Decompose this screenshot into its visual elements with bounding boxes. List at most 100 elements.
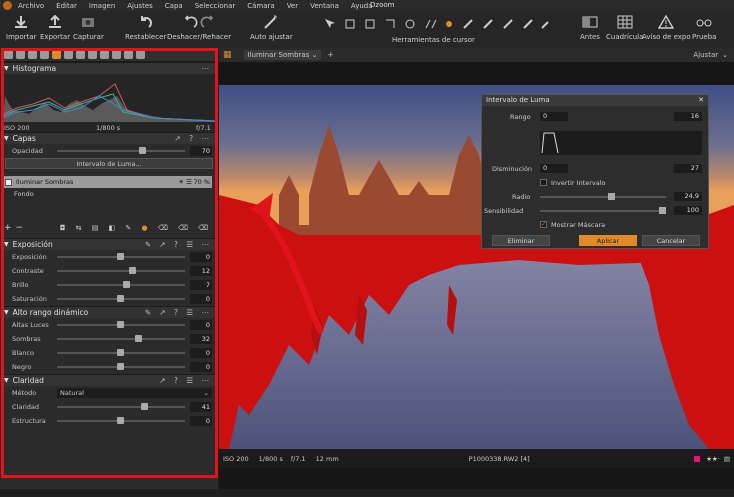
rango-min-input[interactable]: 0 <box>540 112 568 121</box>
opacidad-value[interactable]: 70 <box>190 146 212 156</box>
layer-checkbox[interactable] <box>5 178 12 186</box>
section-controls-icon[interactable]: ↗ ? ☰ ⋯ <box>159 376 212 385</box>
disminucion-min-input[interactable]: 0 <box>540 164 568 173</box>
exposicion-value[interactable]: 0 <box>190 252 212 262</box>
tab-output-icon[interactable] <box>112 50 121 59</box>
menu-capa[interactable]: Capa <box>159 2 189 10</box>
color-tag-icon[interactable] <box>694 455 701 462</box>
exportar-button[interactable]: Exportar <box>40 14 70 41</box>
tab-capture-icon[interactable] <box>16 50 25 59</box>
contraste-slider[interactable] <box>57 267 185 274</box>
aplicar-button[interactable]: Aplicar <box>579 235 637 246</box>
tab-library-icon[interactable] <box>4 50 13 59</box>
saturacion-slider[interactable] <box>57 295 185 302</box>
sensibilidad-value[interactable]: 100 <box>674 206 702 215</box>
eliminar-button[interactable]: Eliminar <box>492 235 550 246</box>
histogram-header[interactable]: ▼ Histograma ⋯ <box>0 62 218 74</box>
tab-details-icon[interactable] <box>76 50 85 59</box>
cuadricula-button[interactable]: Cuadrícula <box>606 15 643 41</box>
remove-layer-icon[interactable]: − <box>16 223 24 233</box>
negro-slider[interactable] <box>57 363 185 370</box>
grid-view-icon[interactable]: ▦ <box>223 50 232 60</box>
slider-knob[interactable] <box>123 281 130 288</box>
add-layer-icon[interactable]: + <box>4 223 12 233</box>
radio-value[interactable]: 24,9 <box>674 192 702 201</box>
antes-button[interactable]: Antes <box>580 15 600 41</box>
tab-batch-icon[interactable] <box>136 50 145 59</box>
tab-composition-icon[interactable] <box>40 50 49 59</box>
slider-knob[interactable] <box>141 403 148 410</box>
cancelar-button[interactable]: Cancelar <box>642 235 700 246</box>
claridad-slider[interactable] <box>57 403 185 410</box>
opacidad-slider[interactable] <box>57 147 185 154</box>
mostrar-checkbox[interactable]: ✓ <box>540 221 547 228</box>
slider-knob[interactable] <box>117 349 124 356</box>
close-icon[interactable]: ✕ <box>698 95 704 106</box>
intervalo-luma-button[interactable]: Intervalo de Luma... <box>5 158 213 169</box>
sombras-value[interactable]: 32 <box>190 334 212 344</box>
section-controls-icon[interactable]: ✎ ↗ ? ☰ ⋯ <box>145 240 212 249</box>
add-icon[interactable]: +̇ <box>327 51 333 59</box>
rango-max-input[interactable]: 16 <box>674 112 702 121</box>
slider-knob[interactable] <box>659 207 666 214</box>
restablecer-button[interactable]: Restablecer <box>125 15 166 41</box>
sensibilidad-slider[interactable] <box>540 207 666 214</box>
brillo-value[interactable]: 7 <box>190 280 212 290</box>
prueba-button[interactable]: Prueba <box>692 15 716 41</box>
sombras-slider[interactable] <box>57 335 185 342</box>
layer-row-iluminar[interactable]: Iluminar Sombras ☀ ☰ 70 % <box>3 176 212 188</box>
grid-overlay-icon[interactable]: ▤ <box>724 455 730 463</box>
capas-header[interactable]: ▼ Capas ↗ ? ⋯ <box>0 132 218 144</box>
estructura-slider[interactable] <box>57 417 185 424</box>
hdr-header[interactable]: ▼ Alto rango dinámico ✎ ↗ ? ☰ ⋯ <box>0 306 218 318</box>
tab-star-icon[interactable] <box>100 50 109 59</box>
slider-knob[interactable] <box>117 321 124 328</box>
menu-editar[interactable]: Editar <box>50 2 83 10</box>
layer-select[interactable]: Iluminar Sombras ⌄ <box>243 50 322 60</box>
tab-info-icon[interactable] <box>124 50 133 59</box>
cursor-tool-icons[interactable] <box>322 18 552 30</box>
menu-imagen[interactable]: Imagen <box>83 2 121 10</box>
layer-row-fondo[interactable]: Fondo <box>0 188 218 200</box>
altas-luces-value[interactable]: 0 <box>190 320 212 330</box>
disminucion-max-input[interactable]: 27 <box>674 164 702 173</box>
slider-knob[interactable] <box>129 267 136 274</box>
slider-knob[interactable] <box>117 417 124 424</box>
slider-knob[interactable] <box>117 253 124 260</box>
section-controls-icon[interactable]: ✎ ↗ ? ☰ ⋯ <box>145 308 212 317</box>
rating-stars[interactable]: ★★· <box>706 455 720 463</box>
tab-color-icon[interactable] <box>64 50 73 59</box>
exposicion-slider[interactable] <box>57 253 185 260</box>
slider-knob[interactable] <box>117 295 124 302</box>
menu-camara[interactable]: Cámara <box>241 2 280 10</box>
slider-knob[interactable] <box>608 193 615 200</box>
altas-luces-slider[interactable] <box>57 321 185 328</box>
saturacion-value[interactable]: 0 <box>190 294 212 304</box>
tab-exposure-icon[interactable] <box>52 50 61 59</box>
blanco-slider[interactable] <box>57 349 185 356</box>
menu-seleccionar[interactable]: Seleccionar <box>189 2 242 10</box>
claridad-value[interactable]: 41 <box>190 402 212 412</box>
layer-tool-icons[interactable]: ◘ ⇆ ▤ ◧ ✎ ● ⌫ ⌫ ⌫ <box>60 224 212 232</box>
tab-lens-icon[interactable] <box>28 50 37 59</box>
estructura-value[interactable]: 0 <box>190 416 212 426</box>
slider-knob[interactable] <box>135 335 142 342</box>
claridad-header[interactable]: ▼ Claridad ↗ ? ☰ ⋯ <box>0 374 218 386</box>
importar-button[interactable]: Importar <box>6 15 36 41</box>
negro-value[interactable]: 0 <box>190 362 212 372</box>
invertir-checkbox[interactable] <box>540 179 547 186</box>
radio-slider[interactable] <box>540 193 666 200</box>
tab-search-icon[interactable] <box>88 50 97 59</box>
section-controls-icon[interactable]: ↗ ? ⋯ <box>174 134 212 143</box>
blanco-value[interactable]: 0 <box>190 348 212 358</box>
metodo-select[interactable]: Natural ⌄ <box>57 388 212 398</box>
chevron-down-icon[interactable]: ⌄ <box>722 51 728 59</box>
auto-ajustar-button[interactable]: Auto ajustar <box>250 15 293 41</box>
slider-knob[interactable] <box>139 147 146 154</box>
exposicion-header[interactable]: ▼ Exposición ✎ ↗ ? ☰ ⋯ <box>0 238 218 250</box>
capturar-button[interactable]: Capturar <box>73 15 104 41</box>
slider-knob[interactable] <box>117 363 124 370</box>
aviso-expo-button[interactable]: Aviso de expo <box>642 14 691 41</box>
menu-ajustes[interactable]: Ajustes <box>121 2 159 10</box>
menu-ventana[interactable]: Ventana <box>304 2 345 10</box>
